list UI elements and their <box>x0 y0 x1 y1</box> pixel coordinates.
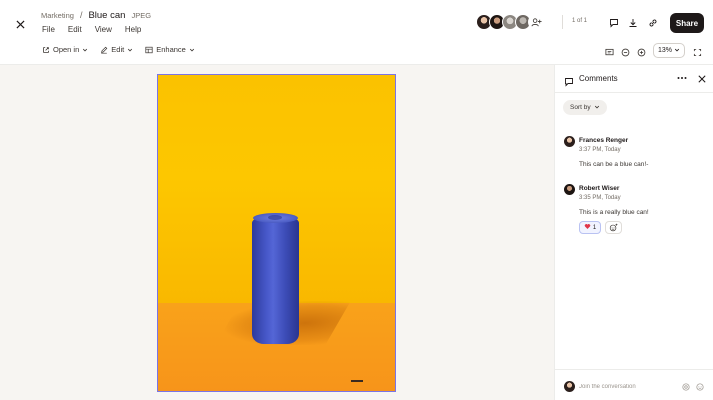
add-reaction-icon[interactable] <box>605 221 622 234</box>
enhance-button[interactable]: Enhance <box>145 45 195 54</box>
avatar <box>564 184 575 195</box>
comments-header: Comments <box>555 65 713 93</box>
blue-can <box>252 218 299 344</box>
open-in-button[interactable]: Open in <box>42 45 88 54</box>
header: Marketing / Blue can JPEG File Edit View… <box>0 0 713 65</box>
minus-circle-icon[interactable] <box>621 44 630 62</box>
enhance-label: Enhance <box>156 45 186 54</box>
sort-by-button[interactable]: Sort by <box>563 100 607 115</box>
breadcrumb: Marketing / Blue can JPEG <box>41 10 151 21</box>
avatar <box>564 136 575 147</box>
reaction-chip[interactable]: 1 <box>579 221 601 234</box>
open-in-label: Open in <box>53 45 80 54</box>
file-name[interactable]: Blue can <box>88 10 125 21</box>
reaction-count: 1 <box>592 224 597 231</box>
join-conversation-bar <box>555 369 713 400</box>
comments-panel: Comments Sort by Frances Renger 3:37 PM,… <box>554 65 713 400</box>
toolbar: Open in Edit Enhance <box>42 45 195 54</box>
divider <box>562 15 563 29</box>
close-icon[interactable] <box>12 16 28 32</box>
chevron-down-icon <box>127 47 133 53</box>
menu-edit[interactable]: Edit <box>68 25 82 34</box>
menu-bar: File Edit View Help <box>42 25 141 34</box>
comment-text: This can be a blue can!- <box>579 161 649 168</box>
comment-time: 3:35 PM, Today <box>579 195 621 201</box>
comment-author: Frances Renger <box>579 137 629 144</box>
edit-label: Edit <box>111 45 125 54</box>
blue-can-tab <box>268 215 282 220</box>
breadcrumb-folder[interactable]: Marketing <box>41 11 74 20</box>
chevron-down-icon <box>82 47 88 53</box>
pencil-icon <box>100 46 108 54</box>
zoom-value: 13% <box>657 47 672 54</box>
menu-help[interactable]: Help <box>125 25 141 34</box>
chevron-down-icon <box>674 47 680 55</box>
menu-view[interactable]: View <box>95 25 112 34</box>
link-icon[interactable] <box>647 17 659 29</box>
page-count: 1 of 1 <box>572 18 588 24</box>
zoom-select[interactable]: 13% <box>653 43 685 58</box>
plus-circle-icon[interactable] <box>637 44 646 62</box>
sort-by-label: Sort by <box>570 104 591 111</box>
menu-file[interactable]: File <box>42 25 55 34</box>
enhance-icon <box>145 46 153 54</box>
present-icon[interactable] <box>605 44 614 62</box>
heart-icon <box>584 223 591 232</box>
breadcrumb-separator: / <box>79 10 83 20</box>
avatar <box>564 381 575 392</box>
comment-text: This is a really blue can! <box>579 209 649 216</box>
open-in-icon <box>42 46 50 54</box>
comment-input[interactable] <box>579 380 674 393</box>
comment-author: Robert Wiser <box>579 185 620 192</box>
chevron-down-icon <box>189 47 195 53</box>
download-icon[interactable] <box>627 17 639 29</box>
collaborator-avatars <box>476 14 544 30</box>
preview-image[interactable] <box>157 74 396 392</box>
comment-icon[interactable] <box>608 17 620 29</box>
fullscreen-icon[interactable] <box>693 44 702 62</box>
file-type-badge: JPEG <box>131 11 152 20</box>
more-icon[interactable] <box>676 73 688 83</box>
emoji-icon[interactable] <box>695 382 704 391</box>
edit-button[interactable]: Edit <box>100 45 133 54</box>
share-button[interactable]: Share <box>670 13 704 33</box>
chevron-down-icon <box>594 104 600 112</box>
image-mark <box>351 380 363 382</box>
mention-icon[interactable] <box>681 382 690 391</box>
comments-title: Comments <box>579 74 618 83</box>
close-icon[interactable] <box>696 73 707 84</box>
comment-icon <box>564 74 574 92</box>
comment-time: 3:37 PM, Today <box>579 147 621 153</box>
add-people-icon[interactable] <box>528 14 544 30</box>
